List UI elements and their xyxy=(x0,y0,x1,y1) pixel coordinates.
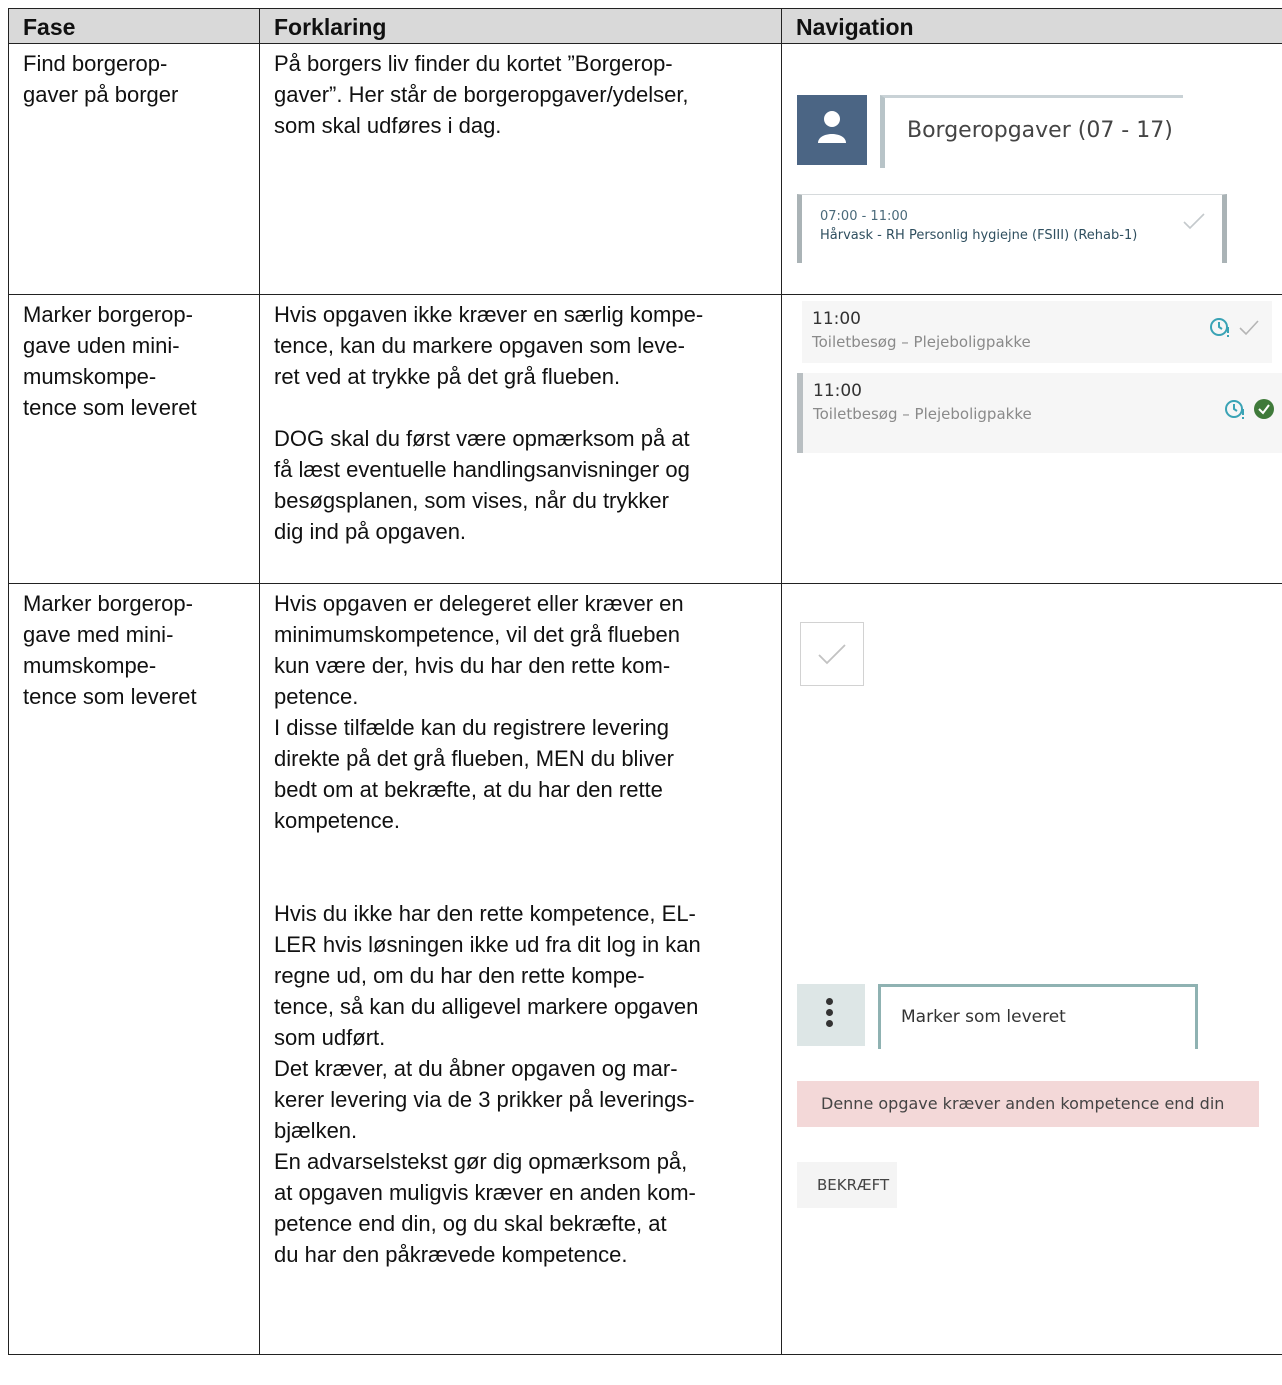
forklaring-text: DOG skal du først være opmærksom på at f… xyxy=(274,426,690,544)
mark-delivered-label: Marker som leveret xyxy=(901,1007,1066,1027)
confirm-label: BEKRÆFT xyxy=(817,1176,890,1194)
clock-warning-icon xyxy=(1210,318,1229,337)
fase-text: Marker borgerop- gave uden mini- mumskom… xyxy=(23,302,197,420)
guide-table: Fase Forklaring Navigation Find borgerop… xyxy=(8,8,1282,1355)
check-circle-icon[interactable] xyxy=(1253,398,1275,420)
task-time: 07:00 - 11:00 xyxy=(820,209,908,224)
visit-time: 11:00 xyxy=(813,381,862,401)
check-button[interactable] xyxy=(800,622,864,686)
forklaring-text: Hvis opgaven er delegeret eller kræver e… xyxy=(274,591,684,833)
borgeropgaver-card[interactable]: Borgeropgaver (07 - 17) xyxy=(880,95,1183,168)
task-name: Hårvask - RH Personlig hygiejne (FSIII) … xyxy=(820,228,1138,243)
navigation-cell: 11:00 Toiletbesøg – Plejeboligpakke 11:0… xyxy=(781,294,1282,584)
mark-delivered-menu-item[interactable]: Marker som leveret xyxy=(878,984,1198,1049)
clock-warning-icon xyxy=(1225,400,1244,419)
navigation-cell: Marker som leveret Denne opgave kræver a… xyxy=(781,583,1282,1355)
navigation-cell: Borgeropgaver (07 - 17) 07:00 - 11:00 Hå… xyxy=(781,43,1282,295)
check-icon[interactable] xyxy=(1182,211,1206,231)
fase-text: Find borgerop- gaver på borger xyxy=(23,51,179,107)
table-row: Find borgerop- gaver på borger På borger… xyxy=(8,43,1282,295)
warning-text: Denne opgave kræver anden kompetence end… xyxy=(821,1094,1225,1113)
header-cell-navigation: Navigation xyxy=(781,8,1282,44)
forklaring-text: Hvis du ikke har den rette kompetence, E… xyxy=(274,901,701,1267)
borgeropgaver-title: Borgeropgaver (07 - 17) xyxy=(907,118,1173,143)
competence-warning: Denne opgave kræver anden kompetence end… xyxy=(797,1081,1259,1127)
visit-name: Toiletbesøg – Plejeboligpakke xyxy=(813,405,1032,423)
confirm-button[interactable]: BEKRÆFT xyxy=(797,1162,897,1208)
table-row: Marker borgerop- gave med mini- mumskomp… xyxy=(8,583,1282,1355)
table-row: Marker borgerop- gave uden mini- mumskom… xyxy=(8,294,1282,584)
fase-text: Marker borgerop- gave med mini- mumskomp… xyxy=(23,591,197,709)
citizen-avatar[interactable] xyxy=(797,95,867,165)
person-icon xyxy=(818,111,846,143)
header-cell-forklaring: Forklaring xyxy=(259,8,782,44)
task-card[interactable]: 07:00 - 11:00 Hårvask - RH Personlig hyg… xyxy=(797,194,1227,263)
visit-item[interactable]: 11:00 Toiletbesøg – Plejeboligpakke xyxy=(802,301,1272,363)
check-icon[interactable] xyxy=(1238,318,1260,336)
more-options-button[interactable] xyxy=(797,984,865,1046)
visit-name: Toiletbesøg – Plejeboligpakke xyxy=(812,333,1031,351)
visit-item-delivered[interactable]: 11:00 Toiletbesøg – Plejeboligpakke xyxy=(797,373,1282,453)
visit-time: 11:00 xyxy=(812,309,861,329)
dots-icon xyxy=(826,998,833,1005)
table-header-row: Fase Forklaring Navigation xyxy=(8,8,1282,44)
header-cell-fase: Fase xyxy=(8,8,260,44)
forklaring-text: Hvis opgaven ikke kræver en særlig kompe… xyxy=(274,302,704,389)
forklaring-text: På borgers liv finder du kortet ”Borgero… xyxy=(274,51,689,138)
check-icon xyxy=(818,644,846,665)
